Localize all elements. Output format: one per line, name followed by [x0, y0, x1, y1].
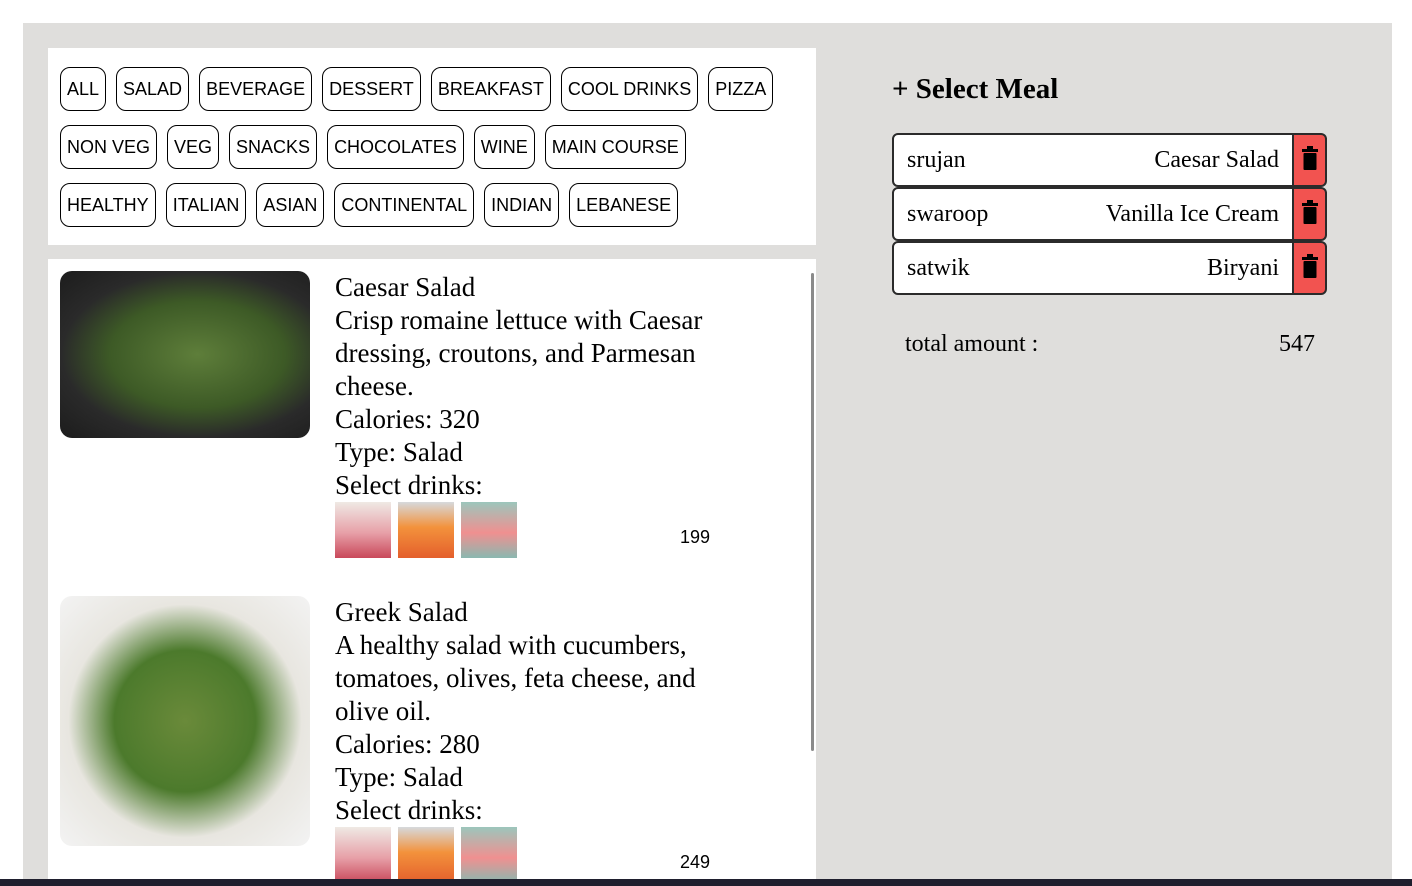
filter-chip-snacks[interactable]: SNACKS [229, 125, 318, 169]
filter-chip-main-course[interactable]: MAIN COURSE [544, 125, 686, 169]
meal-info: Greek Salad A healthy salad with cucumbe… [335, 596, 725, 883]
meal-description: Crisp romaine lettuce with Caesar dressi… [335, 305, 703, 401]
filter-chip-beverage[interactable]: BEVERAGE [199, 67, 313, 111]
order-item: srujan Caesar Salad [892, 133, 1327, 187]
order-person: srujan [907, 146, 966, 173]
order-person: satwik [907, 254, 970, 281]
filter-row: ALL SALAD BEVERAGE DESSERT BREAKFAST COO… [60, 67, 774, 111]
drink-option-orange[interactable] [398, 502, 454, 558]
delete-button[interactable] [1294, 187, 1327, 241]
drinks-label: Select drinks: [335, 470, 483, 500]
meal-description: A healthy salad with cucumbers, tomatoes… [335, 630, 696, 726]
filter-row: NON VEG VEG SNACKS CHOCOLATES WINE MAIN … [60, 125, 686, 169]
delete-button[interactable] [1294, 133, 1327, 187]
meal-type: Type: Salad [335, 762, 463, 792]
category-filter-panel: ALL SALAD BEVERAGE DESSERT BREAKFAST COO… [48, 48, 816, 245]
total-value: 547 [1279, 331, 1315, 357]
drink-option-red[interactable] [335, 827, 391, 883]
filter-chip-all[interactable]: ALL [60, 67, 107, 111]
drink-option-pink[interactable] [461, 827, 517, 883]
drinks-label: Select drinks: [335, 795, 483, 825]
meal-price: 249 [680, 852, 711, 872]
filter-chip-healthy[interactable]: HEALTHY [60, 183, 156, 227]
filter-chip-continental[interactable]: CONTINENTAL [334, 183, 475, 227]
filter-chip-dessert[interactable]: DESSERT [322, 67, 421, 111]
order-item-box: swaroop Vanilla Ice Cream [892, 187, 1294, 241]
delete-button[interactable] [1294, 241, 1327, 295]
filter-chip-veg[interactable]: VEG [167, 125, 220, 169]
app-container: ALL SALAD BEVERAGE DESSERT BREAKFAST COO… [23, 23, 1392, 886]
trash-icon [1301, 254, 1318, 278]
drink-option-pink[interactable] [461, 502, 517, 558]
filter-chip-non-veg[interactable]: NON VEG [60, 125, 158, 169]
order-meal: Caesar Salad [1154, 146, 1279, 173]
meal-name: Greek Salad [335, 597, 468, 627]
meal-calories: Calories: 280 [335, 729, 480, 759]
order-person: swaroop [907, 200, 989, 227]
meal-list: Caesar Salad Crisp romaine lettuce with … [48, 259, 816, 886]
meal-price: 199 [680, 527, 711, 547]
select-meal-heading[interactable]: + Select Meal [892, 73, 1058, 106]
meal-type: Type: Salad [335, 437, 463, 467]
filter-chip-salad[interactable]: SALAD [116, 67, 190, 111]
drink-option-orange[interactable] [398, 827, 454, 883]
order-item: satwik Biryani [892, 241, 1327, 295]
taskbar-strip [0, 879, 1412, 886]
drink-option-red[interactable] [335, 502, 391, 558]
meal-calories: Calories: 320 [335, 404, 480, 434]
filter-chip-breakfast[interactable]: BREAKFAST [430, 67, 551, 111]
order-item-box: satwik Biryani [892, 241, 1294, 295]
meal-list-scrollbar[interactable] [811, 273, 814, 751]
filter-chip-lebanese[interactable]: LEBANESE [569, 183, 679, 227]
order-meal: Vanilla Ice Cream [1105, 200, 1279, 227]
filter-chip-indian[interactable]: INDIAN [484, 183, 560, 227]
meal-name: Caesar Salad [335, 272, 476, 302]
filter-chip-chocolates[interactable]: CHOCOLATES [327, 125, 464, 169]
filter-row: HEALTHY ITALIAN ASIAN CONTINENTAL INDIAN… [60, 183, 679, 227]
drink-options [335, 502, 725, 558]
total-label: total amount : [905, 331, 1039, 357]
total-amount-row: total amount : 547 [905, 331, 1315, 358]
meal-image [60, 596, 310, 846]
filter-chip-wine[interactable]: WINE [473, 125, 535, 169]
trash-icon [1301, 200, 1318, 224]
meal-image [60, 271, 310, 438]
filter-chip-asian[interactable]: ASIAN [256, 183, 325, 227]
order-item-box: srujan Caesar Salad [892, 133, 1294, 187]
filter-chip-italian[interactable]: ITALIAN [165, 183, 247, 227]
order-item: swaroop Vanilla Ice Cream [892, 187, 1327, 241]
filter-chip-cool-drinks[interactable]: COOL DRINKS [560, 67, 699, 111]
meal-info: Caesar Salad Crisp romaine lettuce with … [335, 271, 725, 558]
filter-chip-pizza[interactable]: PIZZA [708, 67, 774, 111]
trash-icon [1301, 146, 1318, 170]
drink-options [335, 827, 725, 883]
order-meal: Biryani [1207, 254, 1279, 281]
